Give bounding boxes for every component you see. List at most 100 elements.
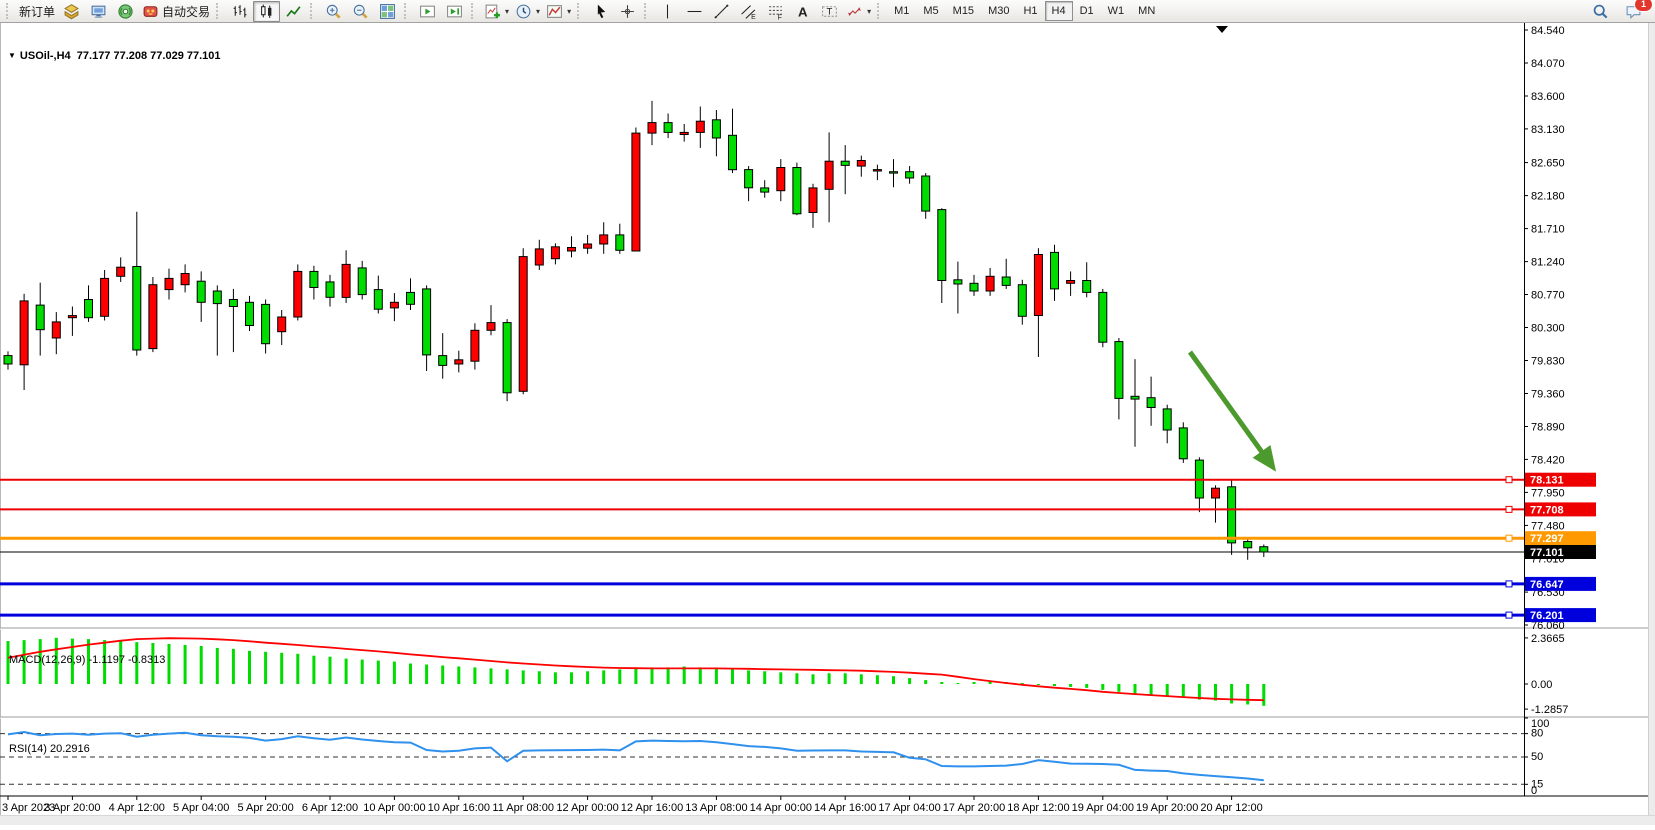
- chart-plot[interactable]: 84.54084.07083.60083.13082.65082.18081.7…: [0, 23, 1655, 825]
- crosshair-button[interactable]: [614, 1, 641, 22]
- arrows-icon: [846, 3, 863, 20]
- line-handle[interactable]: [1506, 581, 1512, 587]
- period-icon: [515, 3, 532, 20]
- notifications-button[interactable]: 1: [1620, 1, 1647, 22]
- svg-text:80: 80: [1531, 728, 1543, 740]
- zoom-in-button[interactable]: [320, 1, 347, 22]
- symbol-dropdown-caret[interactable]: ▼: [8, 51, 16, 60]
- vertical-line-button[interactable]: [654, 1, 681, 22]
- hline-icon: [686, 3, 703, 20]
- svg-text:14 Apr 16:00: 14 Apr 16:00: [814, 802, 876, 814]
- line-handle[interactable]: [1506, 535, 1512, 541]
- periods-button[interactable]: ▾: [512, 1, 543, 22]
- rsi-line: [8, 732, 1264, 780]
- text-icon: A: [794, 3, 811, 20]
- trendline-button[interactable]: [708, 1, 735, 22]
- toolbar-grip: [216, 3, 222, 19]
- svg-text:12 Apr 16:00: 12 Apr 16:00: [621, 802, 683, 814]
- chart-svg[interactable]: 84.54084.07083.60083.13082.65082.18081.7…: [0, 23, 1655, 825]
- cursor-button[interactable]: [587, 1, 614, 22]
- toolbar-grip: [310, 3, 316, 19]
- text-label-button[interactable]: T: [816, 1, 843, 22]
- timeframe-button-m15[interactable]: M15: [946, 1, 981, 21]
- svg-text:20 Apr 12:00: 20 Apr 12:00: [1200, 802, 1262, 814]
- auto-trading-button-label: 自动交易: [162, 3, 210, 20]
- timeframe-button-w1[interactable]: W1: [1101, 1, 1132, 21]
- market-watch-button[interactable]: [85, 1, 112, 22]
- search-icon: [1592, 3, 1609, 20]
- time-axis[interactable]: 3 Apr 20233 Apr 20:004 Apr 12:005 Apr 04…: [0, 796, 1655, 814]
- svg-text:50: 50: [1531, 751, 1543, 763]
- timeframe-button-m30[interactable]: M30: [981, 1, 1016, 21]
- svg-text:4 Apr 12:00: 4 Apr 12:00: [109, 802, 165, 814]
- candlestick-chart-button[interactable]: [253, 1, 280, 22]
- svg-text:2.3665: 2.3665: [1531, 633, 1565, 645]
- svg-text:84.540: 84.540: [1531, 25, 1565, 37]
- arrows-button[interactable]: ▾: [843, 1, 874, 22]
- search-button[interactable]: [1587, 1, 1614, 22]
- annotation-arrow[interactable]: [1190, 352, 1272, 466]
- toolbar-grip: [404, 3, 410, 19]
- timeframe-button-m5[interactable]: M5: [916, 1, 945, 21]
- window-right-edge: [1648, 23, 1655, 825]
- new-chart-button[interactable]: ▾: [481, 1, 512, 22]
- line-handle[interactable]: [1506, 477, 1512, 483]
- timeframe-button-d1[interactable]: D1: [1073, 1, 1101, 21]
- svg-text:77.480: 77.480: [1531, 520, 1565, 532]
- notification-badge: 1: [1634, 0, 1653, 12]
- chevron-down-icon: ▾: [536, 7, 540, 16]
- svg-text:6 Apr 12:00: 6 Apr 12:00: [302, 802, 358, 814]
- svg-text:82.650: 82.650: [1531, 158, 1565, 170]
- bar-chart-button[interactable]: [226, 1, 253, 22]
- timeframe-button-m1[interactable]: M1: [887, 1, 916, 21]
- charts-profile-button[interactable]: [58, 1, 85, 22]
- line-chart-icon: [285, 3, 302, 20]
- chart-shift-marker[interactable]: [1216, 26, 1228, 33]
- signals-icon: [117, 3, 134, 20]
- tile-windows-button[interactable]: [374, 1, 401, 22]
- signals-button[interactable]: [112, 1, 139, 22]
- symbol-timeframe-label: USOil-,H4: [20, 50, 71, 62]
- channel-button[interactable]: E: [735, 1, 762, 22]
- timeframe-button-h1[interactable]: H1: [1016, 1, 1044, 21]
- svg-text:78.131: 78.131: [1530, 475, 1564, 487]
- line-chart-button[interactable]: [280, 1, 307, 22]
- indicators-button[interactable]: ▾: [543, 1, 574, 22]
- new-order-button[interactable]: 新订单: [16, 1, 58, 22]
- line-handle[interactable]: [1506, 612, 1512, 618]
- auto-scroll-button[interactable]: [414, 1, 441, 22]
- svg-text:83.130: 83.130: [1531, 124, 1565, 136]
- svg-text:77.101: 77.101: [1530, 547, 1564, 559]
- toolbar-grip: [644, 3, 650, 19]
- line-handle[interactable]: [1506, 506, 1512, 512]
- svg-text:12 Apr 00:00: 12 Apr 00:00: [556, 802, 618, 814]
- svg-text:79.830: 79.830: [1531, 356, 1565, 368]
- svg-text:79.360: 79.360: [1531, 389, 1565, 401]
- svg-text:3 Apr 20:00: 3 Apr 20:00: [44, 802, 100, 814]
- svg-text:77.297: 77.297: [1530, 533, 1564, 545]
- fibonacci-button[interactable]: F: [762, 1, 789, 22]
- svg-text:11 Apr 08:00: 11 Apr 08:00: [492, 802, 554, 814]
- price-axis[interactable]: 84.54084.07083.60083.13082.65082.18081.7…: [1524, 23, 1596, 797]
- chevron-down-icon: ▾: [567, 7, 571, 16]
- svg-text:E: E: [751, 13, 756, 19]
- text-button[interactable]: A: [789, 1, 816, 22]
- horizontal-line-button[interactable]: [681, 1, 708, 22]
- new-order-button-label: 新订单: [19, 3, 55, 20]
- svg-text:76.201: 76.201: [1530, 610, 1564, 622]
- new-chart-icon: [484, 3, 501, 20]
- svg-text:-1.2857: -1.2857: [1531, 704, 1568, 716]
- timeframe-button-mn[interactable]: MN: [1131, 1, 1162, 21]
- zoom-out-button[interactable]: [347, 1, 374, 22]
- chart-shift-button[interactable]: [441, 1, 468, 22]
- svg-text:78.420: 78.420: [1531, 454, 1565, 466]
- chevron-down-icon: ▾: [505, 7, 509, 16]
- auto-trading-button[interactable]: 自动交易: [139, 1, 213, 22]
- timeframe-button-h4[interactable]: H4: [1045, 1, 1073, 21]
- svg-text:17 Apr 20:00: 17 Apr 20:00: [943, 802, 1005, 814]
- svg-text:78.890: 78.890: [1531, 422, 1565, 434]
- chevron-down-icon: ▾: [867, 7, 871, 16]
- rsi-indicator-label: RSI(14) 20.2916: [9, 743, 90, 755]
- toolbar: 新订单 自动交易 ▾ ▾ ▾ EFAT ▾ M1M5M15M30H1H4D1W1MN 1: [0, 0, 1655, 23]
- bars-chart-icon: [231, 3, 248, 20]
